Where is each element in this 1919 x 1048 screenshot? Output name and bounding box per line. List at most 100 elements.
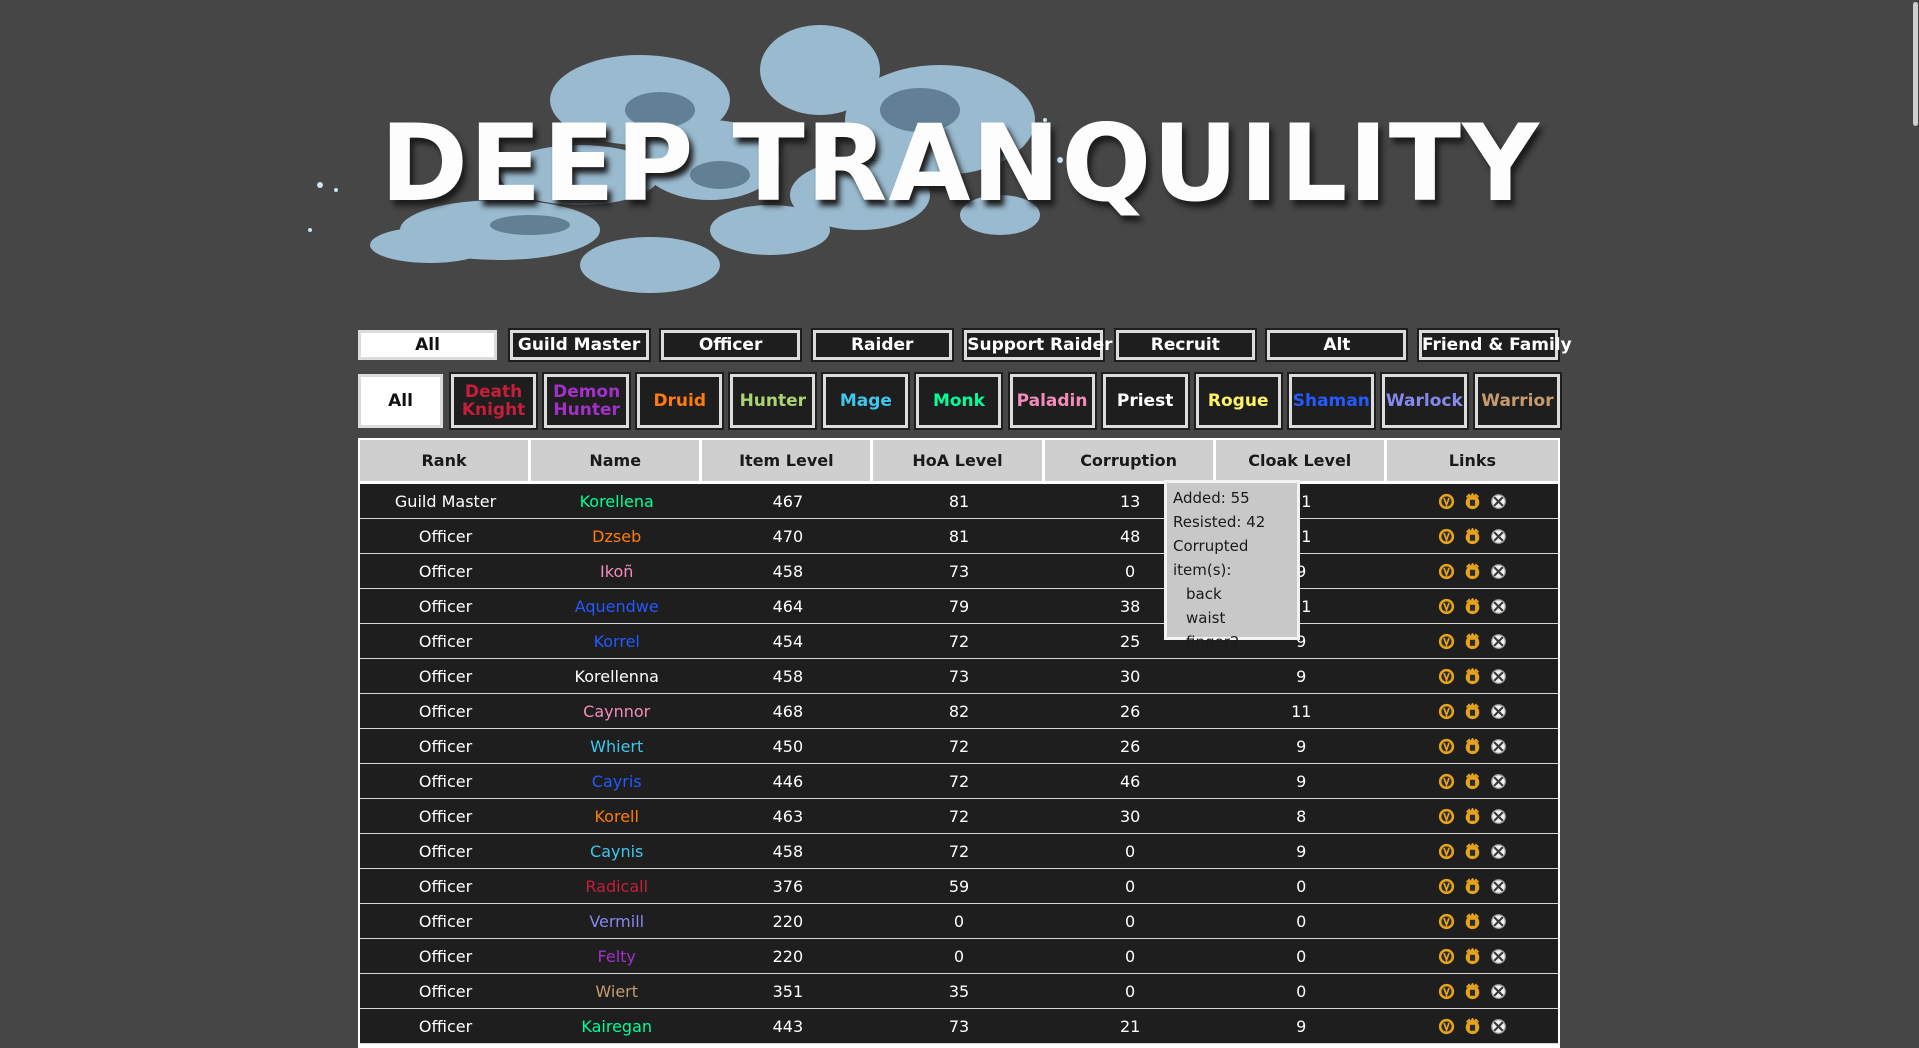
warcraftlogs-icon[interactable] [1490,598,1507,615]
raiderio-icon[interactable] [1464,806,1481,825]
armory-icon[interactable] [1438,563,1455,580]
cell-corruption[interactable]: 26 [1044,694,1216,729]
cell-name[interactable]: Cayris [531,764,703,799]
cell-name[interactable]: Dzseb [531,519,703,554]
class-filter-monk[interactable]: Monk [916,374,1002,428]
cell-name[interactable]: Caynnor [531,694,703,729]
rank-filter-raider[interactable]: Raider [812,330,952,360]
cell-name[interactable]: Whiert [531,729,703,764]
armory-icon[interactable] [1438,738,1455,755]
cell-corruption[interactable]: 0 [1044,904,1216,939]
warcraftlogs-icon[interactable] [1490,843,1507,860]
warcraftlogs-icon[interactable] [1490,913,1507,930]
warcraftlogs-icon[interactable] [1490,528,1507,545]
armory-icon[interactable] [1438,493,1455,510]
warcraftlogs-icon[interactable] [1490,738,1507,755]
raiderio-icon[interactable] [1464,701,1481,720]
cell-name[interactable]: Korellena [531,484,703,519]
cell-corruption[interactable]: 30 [1044,799,1216,834]
cell-name[interactable]: Ikoñ [531,554,703,589]
warcraftlogs-icon[interactable] [1490,668,1507,685]
class-filter-all[interactable]: All [358,374,443,428]
class-filter-mage[interactable]: Mage [823,374,909,428]
column-header-corruption[interactable]: Corruption [1044,440,1216,484]
raiderio-icon[interactable] [1464,771,1481,790]
column-header-item-level[interactable]: Item Level [702,440,874,484]
page-scrollbar[interactable] [1911,0,1919,1041]
cell-corruption[interactable]: 0 [1044,869,1216,904]
class-filter-paladin[interactable]: Paladin [1009,374,1095,428]
raiderio-icon[interactable] [1464,981,1481,1000]
scrollbar-thumb[interactable] [1913,2,1918,126]
armory-icon[interactable] [1438,878,1455,895]
class-filter-demon-hunter[interactable]: Demon Hunter [544,374,630,428]
raiderio-icon[interactable] [1464,561,1481,580]
armory-icon[interactable] [1438,703,1455,720]
armory-icon[interactable] [1438,1018,1455,1035]
rank-filter-recruit[interactable]: Recruit [1115,330,1255,360]
warcraftlogs-icon[interactable] [1490,878,1507,895]
class-filter-death-knight[interactable]: Death Knight [451,374,537,428]
armory-icon[interactable] [1438,528,1455,545]
rank-filter-all[interactable]: All [358,330,497,360]
cell-name[interactable]: Vermill [531,904,703,939]
cell-name[interactable]: Korellenna [531,659,703,694]
raiderio-icon[interactable] [1464,491,1481,510]
raiderio-icon[interactable] [1464,596,1481,615]
warcraftlogs-icon[interactable] [1490,773,1507,790]
raiderio-icon[interactable] [1464,876,1481,895]
armory-icon[interactable] [1438,808,1455,825]
armory-icon[interactable] [1438,773,1455,790]
raiderio-icon[interactable] [1464,841,1481,860]
column-header-rank[interactable]: Rank [360,440,532,484]
rank-filter-officer[interactable]: Officer [661,330,801,360]
class-filter-druid[interactable]: Druid [637,374,723,428]
rank-filter-friend-family[interactable]: Friend & Family [1418,330,1572,360]
warcraftlogs-icon[interactable] [1490,983,1507,1000]
cell-corruption[interactable]: 0 [1044,834,1216,869]
class-filter-warrior[interactable]: Warrior [1474,374,1560,428]
warcraftlogs-icon[interactable] [1490,703,1507,720]
class-filter-rogue[interactable]: Rogue [1195,374,1281,428]
armory-icon[interactable] [1438,983,1455,1000]
cell-corruption[interactable]: 21 [1044,1009,1216,1044]
raiderio-icon[interactable] [1464,911,1481,930]
cell-corruption[interactable]: 0 [1044,939,1216,974]
rank-filter-support-raider[interactable]: Support Raider [964,330,1113,360]
armory-icon[interactable] [1438,598,1455,615]
class-filter-shaman[interactable]: Shaman [1288,374,1374,428]
armory-icon[interactable] [1438,913,1455,930]
warcraftlogs-icon[interactable] [1490,808,1507,825]
cell-corruption[interactable]: 30 [1044,659,1216,694]
armory-icon[interactable] [1438,948,1455,965]
column-header-cloak-level[interactable]: Cloak Level [1215,440,1387,484]
raiderio-icon[interactable] [1464,526,1481,545]
column-header-name[interactable]: Name [531,440,703,484]
rank-filter-alt[interactable]: Alt [1267,330,1407,360]
warcraftlogs-icon[interactable] [1490,493,1507,510]
raiderio-icon[interactable] [1464,946,1481,965]
cell-corruption[interactable]: 26 [1044,729,1216,764]
class-filter-hunter[interactable]: Hunter [730,374,816,428]
cell-name[interactable]: Aquendwe [531,589,703,624]
cell-name[interactable]: Korell [531,799,703,834]
rank-filter-guild-master[interactable]: Guild Master [509,330,649,360]
cell-name[interactable]: Wiert [531,974,703,1009]
warcraftlogs-icon[interactable] [1490,1018,1507,1035]
warcraftlogs-icon[interactable] [1490,633,1507,650]
raiderio-icon[interactable] [1464,666,1481,685]
warcraftlogs-icon[interactable] [1490,948,1507,965]
armory-icon[interactable] [1438,668,1455,685]
cell-corruption[interactable]: 0 [1044,974,1216,1009]
raiderio-icon[interactable] [1464,1016,1481,1035]
cell-name[interactable]: Radicall [531,869,703,904]
cell-corruption[interactable]: 46 [1044,764,1216,799]
class-filter-warlock[interactable]: Warlock [1381,374,1467,428]
cell-name[interactable]: Korrel [531,624,703,659]
raiderio-icon[interactable] [1464,736,1481,755]
raiderio-icon[interactable] [1464,631,1481,650]
class-filter-priest[interactable]: Priest [1102,374,1188,428]
column-header-hoa-level[interactable]: HoA Level [873,440,1045,484]
armory-icon[interactable] [1438,633,1455,650]
cell-name[interactable]: Felty [531,939,703,974]
